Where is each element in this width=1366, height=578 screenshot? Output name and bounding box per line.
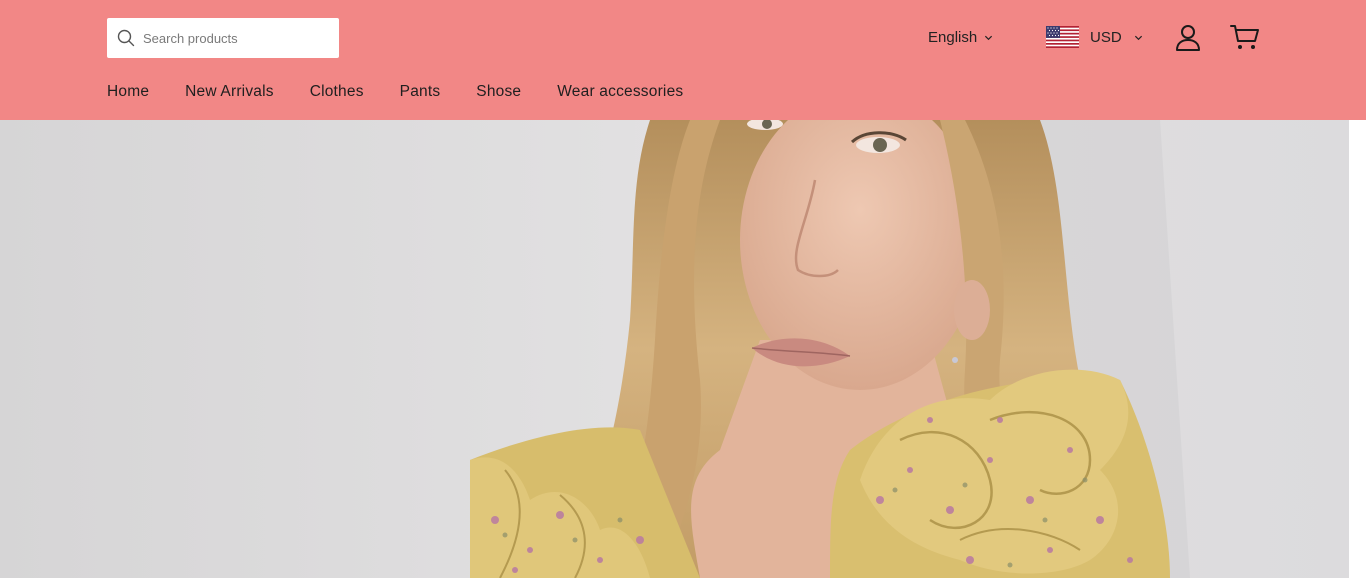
nav-item-pants: Pants (400, 82, 441, 102)
chevron-down-icon (1134, 35, 1142, 40)
hero-banner-image (0, 120, 1349, 578)
search-icon[interactable] (117, 29, 135, 47)
nav-item-clothes: Clothes (310, 82, 364, 102)
nav-link-wear-accessories[interactable]: Wear accessories (557, 82, 683, 102)
search-box[interactable] (107, 18, 339, 58)
hero-banner[interactable] (0, 120, 1349, 578)
nav-item-home: Home (107, 82, 149, 102)
currency-selector[interactable]: USD (1046, 26, 1143, 48)
scrollbar-gutter (1349, 120, 1366, 578)
main-nav: Home New Arrivals Clothes Pants Shose We… (107, 82, 683, 102)
nav-item-wear-accessories: Wear accessories (557, 82, 683, 102)
us-flag-icon (1046, 26, 1079, 48)
nav-item-new-arrivals: New Arrivals (185, 82, 274, 102)
nav-link-home[interactable]: Home (107, 82, 149, 102)
nav-link-new-arrivals[interactable]: New Arrivals (185, 82, 274, 102)
cart-icon[interactable] (1230, 23, 1260, 51)
language-label: English (928, 28, 978, 46)
chevron-down-icon (985, 35, 993, 40)
search-input[interactable] (143, 23, 333, 53)
nav-link-clothes[interactable]: Clothes (310, 82, 364, 102)
user-icon[interactable] (1174, 23, 1202, 51)
nav-link-pants[interactable]: Pants (400, 82, 441, 102)
nav-item-shose: Shose (476, 82, 521, 102)
currency-label: USD (1090, 28, 1122, 46)
language-selector[interactable]: English (928, 26, 993, 48)
site-header: English USD (0, 0, 1366, 120)
nav-link-shose[interactable]: Shose (476, 82, 521, 102)
